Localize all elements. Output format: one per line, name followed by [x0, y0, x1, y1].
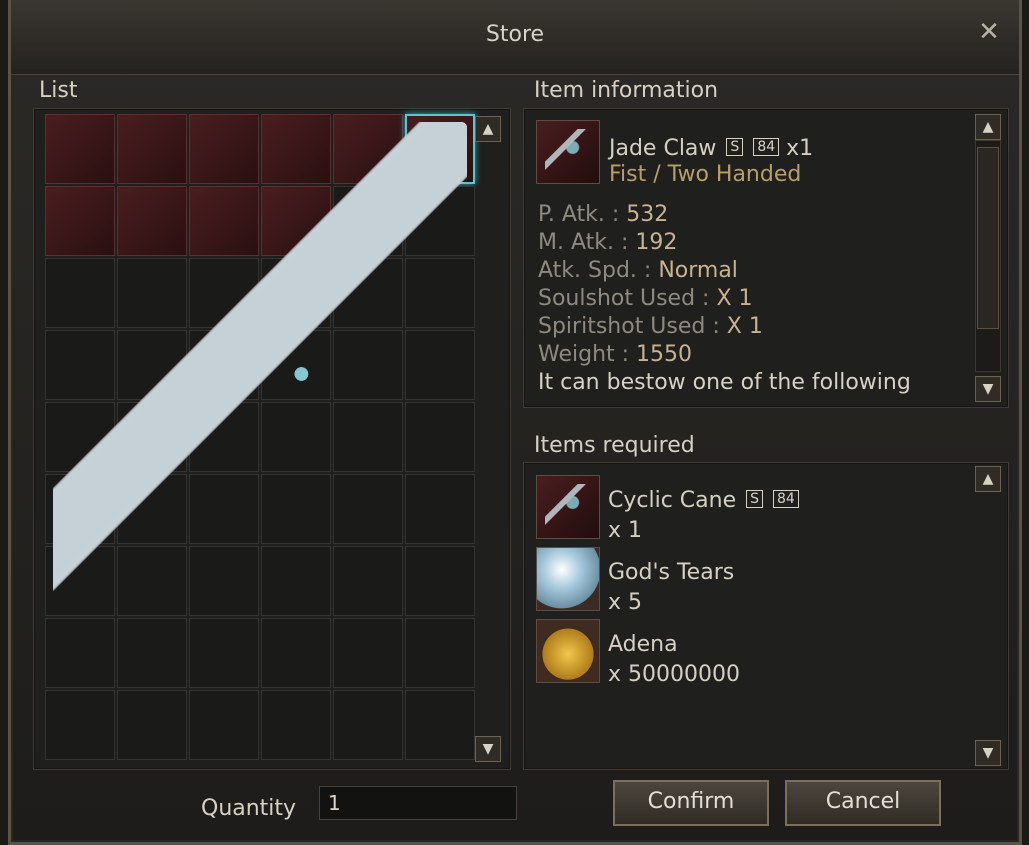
required-scroll-up-button[interactable]: ▲: [975, 466, 1001, 492]
items-required-label: Items required: [534, 433, 695, 458]
cancel-button[interactable]: Cancel: [785, 780, 941, 826]
stat-weight: Weight : 1550: [538, 342, 692, 367]
store-window: Store ✕ List ▲ ▼ Item information Jade C…: [8, 0, 1022, 845]
item-name: Jade Claw: [609, 136, 717, 161]
quantity-label: Quantity: [201, 796, 297, 821]
required-item-icon-adena: [536, 619, 600, 683]
quantity-input[interactable]: [319, 786, 517, 820]
stat-patk: P. Atk. : 532: [538, 202, 668, 227]
item-icon: [536, 120, 600, 184]
stat-spiritshot: Spiritshot Used : X 1: [538, 314, 763, 339]
stat-patk-label: P. Atk. :: [538, 202, 627, 227]
grade-badge: S: [746, 490, 764, 508]
grid-item-10[interactable]: [53, 122, 467, 752]
stat-atkspd-label: Atk. Spd. :: [538, 258, 659, 283]
required-item-name: Adena: [608, 632, 678, 657]
required-item-icon-cyclic-cane: [536, 475, 600, 539]
required-item-cyclic-cane-title: Cyclic Cane S 84: [608, 488, 799, 513]
stat-matk-label: M. Atk. :: [538, 230, 636, 255]
confirm-button[interactable]: Confirm: [613, 780, 769, 826]
title-bar: Store ✕: [11, 0, 1019, 75]
stat-spiritshot-value: X 1: [726, 314, 763, 339]
stat-weight-label: Weight :: [538, 342, 637, 367]
info-scroll-thumb[interactable]: [977, 147, 999, 329]
required-item-qty: x 50000000: [608, 662, 740, 687]
required-item-qty: x 1: [608, 518, 643, 543]
required-item-name: Cyclic Cane: [608, 488, 737, 513]
stat-patk-value: 532: [626, 202, 669, 227]
item-grid: [45, 114, 475, 760]
required-scroll-down-button[interactable]: ▼: [975, 740, 1001, 766]
stat-atkspd-value: Normal: [658, 258, 738, 283]
close-icon[interactable]: ✕: [975, 18, 1003, 46]
info-scroll-track[interactable]: [975, 140, 1001, 372]
stat-spiritshot-label: Spiritshot Used :: [538, 314, 727, 339]
required-item-qty: x 5: [608, 590, 643, 615]
item-count: x1: [786, 136, 814, 161]
required-item-icon-gods-tears: [536, 547, 600, 611]
window-title: Store: [485, 22, 545, 47]
stat-weight-value: 1550: [636, 342, 693, 367]
item-description: It can bestow one of the following: [538, 370, 911, 395]
item-information-label: Item information: [534, 78, 719, 103]
list-label: List: [39, 78, 78, 103]
item-type: Fist / Two Handed: [609, 162, 802, 187]
stat-matk: M. Atk. : 192: [538, 230, 677, 255]
level-badge: 84: [773, 490, 799, 508]
level-badge: 84: [753, 138, 780, 156]
required-item-name: God's Tears: [608, 560, 735, 585]
list-scroll-down-button[interactable]: ▼: [475, 736, 501, 762]
grade-badge: S: [726, 138, 744, 156]
stat-atkspd: Atk. Spd. : Normal: [538, 258, 738, 283]
item-title-line: Jade Claw S 84 x1: [609, 136, 813, 161]
list-scroll-up-button[interactable]: ▲: [475, 116, 501, 142]
info-scroll-up-button[interactable]: ▲: [975, 114, 1001, 140]
stat-soulshot: Soulshot Used : X 1: [538, 286, 753, 311]
stat-matk-value: 192: [635, 230, 678, 255]
info-scroll-down-button[interactable]: ▼: [975, 376, 1001, 402]
stat-soulshot-value: X 1: [716, 286, 753, 311]
stat-soulshot-label: Soulshot Used :: [538, 286, 717, 311]
